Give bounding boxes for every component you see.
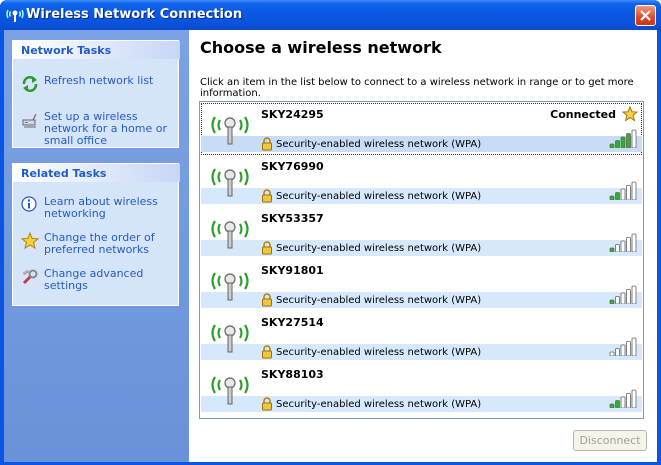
- security-label: Security-enabled wireless network (WPA): [276, 139, 482, 150]
- related-tasks-header[interactable]: Related Tasks: [13, 164, 180, 182]
- preferred-star-icon: [622, 106, 638, 122]
- signal-strength-icon: [609, 129, 637, 148]
- info-icon: [21, 196, 37, 212]
- network-row[interactable]: SKY76990 Security-enabled wireless networ…: [201, 155, 642, 207]
- title-bar[interactable]: Wireless Network Connection: [0, 0, 661, 30]
- network-tasks-panel: Network Tasks Refresh network list Set u…: [12, 40, 180, 148]
- wireless-antenna-icon: [211, 168, 249, 197]
- signal-strength-icon: [609, 233, 637, 252]
- related-tasks-title: Related Tasks: [21, 167, 107, 180]
- network-row[interactable]: SKY24295 Connected Security-enabled wirele…: [201, 103, 642, 155]
- security-label: Security-enabled wireless network (WPA): [276, 191, 482, 202]
- instructions-text: Click an item in the list below to conne…: [200, 77, 634, 99]
- related-tasks-panel: Related Tasks Learn about wireless netwo…: [12, 163, 180, 306]
- setup-wireless-network-link[interactable]: Set up a wireless network for a home or …: [21, 111, 176, 147]
- main-content: Choose a wireless network Click an item …: [189, 30, 657, 462]
- signal-strength-icon: [609, 285, 637, 304]
- network-row[interactable]: SKY27514 Security-enabled wireless networ…: [201, 311, 642, 363]
- connection-status: Connected: [550, 108, 616, 121]
- wireless-antenna-icon: [211, 376, 249, 405]
- setup-network-icon: [22, 113, 37, 128]
- disconnect-button[interactable]: Disconnect: [573, 430, 647, 451]
- network-ssid: SKY24295: [261, 108, 324, 121]
- wireless-antenna-icon: [211, 116, 249, 145]
- network-tasks-title: Network Tasks: [21, 44, 112, 57]
- change-preferred-order-label: Change the order of preferred networks: [44, 231, 155, 256]
- window-client: Network Tasks Refresh network list Set u…: [4, 30, 657, 462]
- network-ssid: SKY76990: [261, 160, 324, 173]
- lock-icon: [262, 345, 272, 359]
- signal-strength-icon: [609, 389, 637, 408]
- refresh-network-list-link[interactable]: Refresh network list: [21, 75, 176, 105]
- wireless-antenna-icon: [211, 324, 249, 353]
- network-ssid: SKY53357: [261, 212, 324, 225]
- learn-wireless-label: Learn about wireless networking: [44, 195, 158, 220]
- network-row[interactable]: SKY91801 Security-enabled wireless networ…: [201, 259, 642, 311]
- page-title: Choose a wireless network: [200, 38, 442, 57]
- lock-icon: [262, 293, 272, 307]
- task-sidebar: Network Tasks Refresh network list Set u…: [4, 30, 189, 462]
- wireless-antenna-icon: [211, 272, 249, 301]
- change-advanced-settings-label: Change advanced settings: [44, 267, 144, 292]
- refresh-network-list-label: Refresh network list: [44, 74, 154, 87]
- network-ssid: SKY88103: [261, 368, 324, 381]
- setup-wireless-network-label: Set up a wireless network for a home or …: [44, 110, 167, 147]
- lock-icon: [262, 137, 272, 151]
- network-ssid: SKY91801: [261, 264, 324, 277]
- settings-icon: [22, 269, 38, 285]
- wireless-network-window: Wireless Network Connection Network Task…: [0, 0, 661, 465]
- lock-icon: [262, 241, 272, 255]
- network-ssid: SKY27514: [261, 316, 324, 329]
- lock-icon: [262, 397, 272, 411]
- signal-strength-icon: [609, 337, 637, 356]
- change-advanced-settings-link[interactable]: Change advanced settings: [21, 268, 176, 298]
- network-row[interactable]: SKY53357 Security-enabled wireless networ…: [201, 207, 642, 259]
- network-list[interactable]: SKY24295 Connected Security-enabled wirele…: [199, 101, 644, 419]
- wireless-icon: [6, 9, 24, 22]
- security-label: Security-enabled wireless network (WPA): [276, 399, 482, 410]
- security-label: Security-enabled wireless network (WPA): [276, 243, 482, 254]
- network-tasks-header[interactable]: Network Tasks: [13, 41, 180, 59]
- security-label: Security-enabled wireless network (WPA): [276, 347, 482, 358]
- lock-icon: [262, 189, 272, 203]
- refresh-icon: [22, 76, 38, 92]
- close-button[interactable]: [635, 5, 656, 26]
- learn-wireless-link[interactable]: Learn about wireless networking: [21, 196, 176, 226]
- close-icon: [640, 10, 651, 21]
- signal-strength-icon: [609, 181, 637, 200]
- wireless-antenna-icon: [211, 220, 249, 249]
- change-preferred-order-link[interactable]: Change the order of preferred networks: [21, 232, 176, 262]
- window-title: Wireless Network Connection: [26, 7, 243, 22]
- star-icon: [21, 232, 39, 250]
- security-label: Security-enabled wireless network (WPA): [276, 295, 482, 306]
- network-row[interactable]: SKY88103 Security-enabled wireless networ…: [201, 363, 642, 415]
